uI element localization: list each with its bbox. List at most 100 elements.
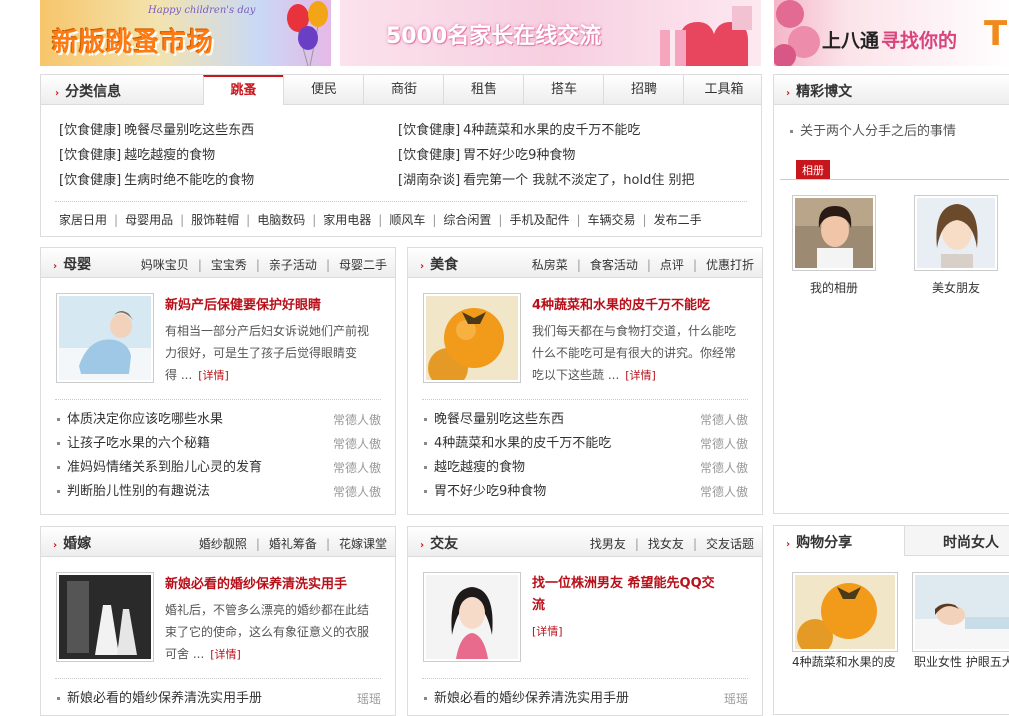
- category-link[interactable]: 发布二手: [654, 213, 702, 227]
- category-link[interactable]: 车辆交易: [588, 213, 636, 227]
- feature-title[interactable]: 新娘必看的婚纱保养清洗实用手: [165, 573, 347, 592]
- list-item[interactable]: 让孩子吃水果的六个秘籍 常德人傲: [57, 432, 381, 456]
- feature-title[interactable]: 找一位株洲男友 希望能先QQ交 流: [532, 573, 754, 617]
- tab-2[interactable]: 商街: [363, 75, 444, 105]
- section-link[interactable]: 母婴二手: [339, 258, 387, 272]
- classified-text[interactable]: 4种蔬菜和水果的皮千万不能吃: [463, 123, 640, 138]
- classified-item[interactable]: [饮食健康] 胃不好少吃9种食物: [398, 144, 748, 169]
- list-item-text[interactable]: 越吃越瘦的食物: [434, 460, 525, 475]
- classified-tag[interactable]: [饮食健康]: [59, 173, 121, 188]
- section-link[interactable]: 花嫁课堂: [339, 537, 387, 551]
- category-link[interactable]: 家用电器: [323, 213, 371, 227]
- tab-shop-share[interactable]: › 购物分享: [774, 526, 905, 556]
- section-link[interactable]: 找女友: [648, 537, 684, 551]
- shop-item-label[interactable]: 职业女性 护眼五大: [914, 653, 1009, 670]
- section-link[interactable]: 交友话题: [706, 537, 754, 551]
- more-link[interactable]: [详情]: [532, 623, 563, 639]
- feature-title[interactable]: 新妈产后保健要保护好眼睛: [165, 294, 321, 313]
- list-item[interactable]: 新娘必看的婚纱保养清洗实用手册 瑶瑶: [424, 687, 748, 711]
- classified-tag[interactable]: [饮食健康]: [398, 148, 460, 163]
- tab-0[interactable]: 跳蚤: [203, 75, 283, 105]
- tab-fashion-women[interactable]: 时尚女人: [909, 532, 999, 552]
- more-link[interactable]: [详情]: [625, 369, 656, 382]
- section-link[interactable]: 优惠打折: [706, 258, 754, 272]
- list-item-source[interactable]: 瑶瑶: [357, 687, 381, 711]
- tab-4[interactable]: 搭车: [523, 75, 604, 105]
- feature-image[interactable]: [423, 572, 521, 662]
- classified-tag[interactable]: [饮食健康]: [59, 148, 121, 163]
- list-item-source[interactable]: 瑶瑶: [724, 687, 748, 711]
- banner-flea-market[interactable]: Happy children's day 新版跳蚤市场: [40, 0, 331, 66]
- section-link[interactable]: 食客活动: [590, 258, 638, 272]
- list-item[interactable]: 胃不好少吃9种食物 常德人傲: [424, 480, 748, 504]
- category-link[interactable]: 手机及配件: [509, 213, 569, 227]
- classified-item[interactable]: [饮食健康] 4种蔬菜和水果的皮千万不能吃: [398, 119, 748, 144]
- classified-text[interactable]: 看完第一个 我就不淡定了，hold住 别把: [463, 173, 694, 188]
- classified-item[interactable]: [饮食健康] 越吃越瘦的食物: [59, 144, 389, 169]
- category-link[interactable]: 母婴用品: [125, 213, 173, 227]
- list-item-text[interactable]: 晚餐尽量别吃这些东西: [434, 412, 564, 427]
- shop-thumb[interactable]: [792, 572, 898, 655]
- list-item[interactable]: 越吃越瘦的食物 常德人傲: [424, 456, 748, 480]
- list-item-source[interactable]: 常德人傲: [700, 408, 748, 432]
- shop-thumb[interactable]: [912, 572, 1009, 652]
- classified-text[interactable]: 晚餐尽量别吃这些东西: [124, 123, 254, 138]
- list-item-text[interactable]: 胃不好少吃9种食物: [434, 484, 546, 499]
- tab-6[interactable]: 工具箱: [683, 75, 764, 105]
- classified-item[interactable]: [饮食健康] 晚餐尽量别吃这些东西: [59, 119, 389, 144]
- list-item[interactable]: 准妈妈情绪关系到胎儿心灵的发育 常德人傲: [57, 456, 381, 480]
- list-item-source[interactable]: 常德人傲: [333, 408, 381, 432]
- list-item-source[interactable]: 常德人傲: [333, 480, 381, 504]
- section-link[interactable]: 妈咪宝贝: [141, 258, 189, 272]
- section-link[interactable]: 宝宝秀: [211, 258, 247, 272]
- classified-tag[interactable]: [饮食健康]: [398, 123, 460, 138]
- tab-3[interactable]: 租售: [443, 75, 524, 105]
- album-thumb[interactable]: [914, 195, 998, 271]
- list-item[interactable]: 新娘必看的婚纱保养清洗实用手册 瑶瑶: [57, 687, 381, 711]
- category-link[interactable]: 家居日用: [59, 213, 107, 227]
- classified-text[interactable]: 胃不好少吃9种食物: [463, 148, 575, 163]
- section-link[interactable]: 婚纱靓照: [199, 537, 247, 551]
- classified-text[interactable]: 越吃越瘦的食物: [124, 148, 215, 163]
- more-link[interactable]: [详情]: [198, 369, 229, 382]
- list-item-text[interactable]: 判断胎儿性别的有趣说法: [67, 484, 210, 499]
- album-label[interactable]: 我的相册: [792, 279, 876, 296]
- classified-item[interactable]: [饮食健康] 生病时绝不能吃的食物: [59, 169, 389, 194]
- feature-image[interactable]: [56, 293, 154, 383]
- list-item[interactable]: 晚餐尽量别吃这些东西 常德人傲: [424, 408, 748, 432]
- tab-5[interactable]: 招聘: [603, 75, 684, 105]
- list-item[interactable]: 4种蔬菜和水果的皮千万不能吃 常德人傲: [424, 432, 748, 456]
- list-item-source[interactable]: 常德人傲: [700, 456, 748, 480]
- list-item-source[interactable]: 常德人傲: [333, 432, 381, 456]
- banner-shangbatong[interactable]: 上八通 寻找你的 T: [774, 0, 1009, 66]
- shop-item-label[interactable]: 4种蔬菜和水果的皮: [792, 653, 902, 670]
- section-link[interactable]: 亲子活动: [269, 258, 317, 272]
- list-item-text[interactable]: 让孩子吃水果的六个秘籍: [67, 436, 210, 451]
- list-item-source[interactable]: 常德人傲: [333, 456, 381, 480]
- feature-image[interactable]: [56, 572, 154, 662]
- feature-title[interactable]: 4种蔬菜和水果的皮千万不能吃: [532, 294, 710, 313]
- list-item-source[interactable]: 常德人傲: [700, 480, 748, 504]
- section-link[interactable]: 找男友: [590, 537, 626, 551]
- feature-image[interactable]: [423, 293, 521, 388]
- section-link[interactable]: 婚礼筹备: [269, 537, 317, 551]
- list-item-text[interactable]: 4种蔬菜和水果的皮千万不能吃: [434, 436, 611, 451]
- category-link[interactable]: 综合闲置: [443, 213, 491, 227]
- classified-tag[interactable]: [饮食健康]: [59, 123, 121, 138]
- classified-tag[interactable]: [湖南杂谈]: [398, 173, 460, 188]
- list-item-source[interactable]: 常德人傲: [700, 432, 748, 456]
- category-link[interactable]: 顺风车: [389, 213, 425, 227]
- category-link[interactable]: 电脑数码: [257, 213, 305, 227]
- category-link[interactable]: 服饰鞋帽: [191, 213, 239, 227]
- banner-parent-forum[interactable]: 5000名家长在线交流: [340, 0, 761, 66]
- list-item-text[interactable]: 体质决定你应该吃哪些水果: [67, 412, 223, 427]
- section-link[interactable]: 私房菜: [532, 258, 568, 272]
- section-link[interactable]: 点评: [660, 258, 684, 272]
- album-label[interactable]: 美女朋友: [914, 279, 998, 296]
- classified-text[interactable]: 生病时绝不能吃的食物: [124, 173, 254, 188]
- list-item-text[interactable]: 准妈妈情绪关系到胎儿心灵的发育: [67, 460, 262, 475]
- more-link[interactable]: [详情]: [210, 648, 241, 661]
- tab-1[interactable]: 便民: [283, 75, 364, 105]
- blog-item[interactable]: 关于两个人分手之后的事情: [790, 120, 956, 139]
- list-item[interactable]: 体质决定你应该吃哪些水果 常德人傲: [57, 408, 381, 432]
